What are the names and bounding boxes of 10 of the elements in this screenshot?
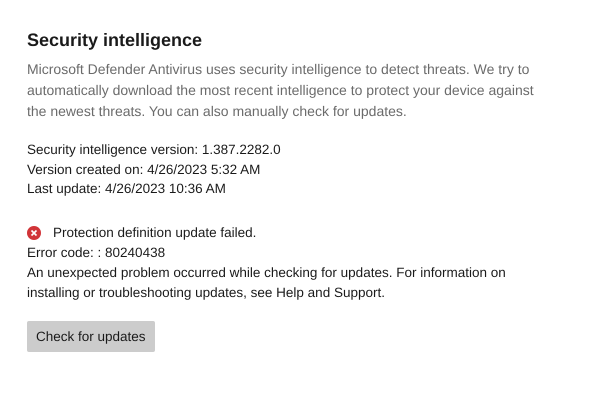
check-for-updates-button[interactable]: Check for updates — [27, 320, 155, 352]
info-line: Version created on: 4/26/2023 5:32 AM — [27, 160, 262, 178]
error-code: Error code: : 80240438 — [27, 244, 166, 262]
error-details: An unexpected problem occurred while checking for updates. For information on installing or troubleshooting updates, see Help and Support. — [27, 264, 507, 302]
description-text: Microsoft Defender Antivirus uses security intelligence to detect threats. We try to automatically download the most recent intelligence to protect your device against the newest threats. You can also manually check for updates. — [27, 60, 535, 121]
info-line: Last update: 4/26/2023 10:36 AM — [27, 180, 227, 198]
error-icon — [27, 226, 41, 240]
section-title: Security intelligence — [27, 30, 204, 51]
info-line: Security intelligence version: 1.387.2282.0 — [27, 141, 282, 159]
status-message: Protection definition update failed. — [53, 224, 256, 242]
